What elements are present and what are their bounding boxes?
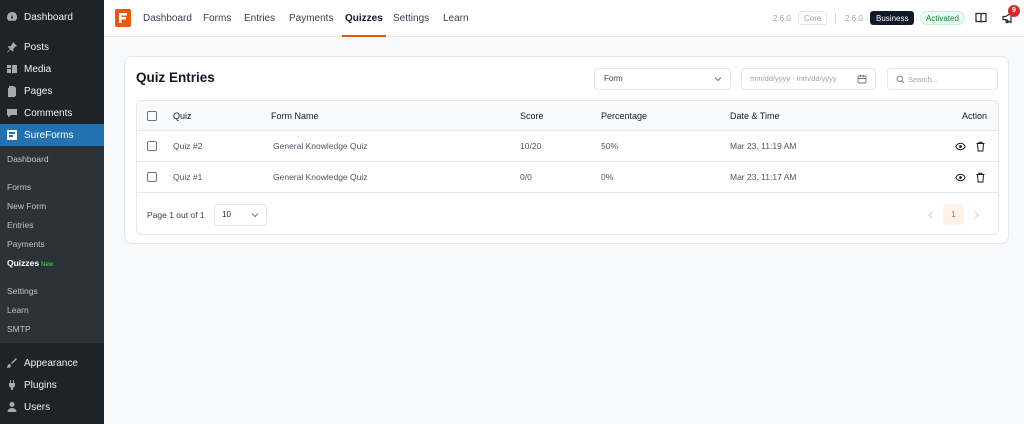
search-input[interactable] bbox=[908, 71, 994, 87]
per-page-select[interactable]: 10 bbox=[214, 204, 267, 226]
column-action: Action bbox=[962, 111, 988, 121]
nav-learn[interactable]: Learn bbox=[443, 0, 469, 37]
submenu-learn[interactable]: Learn bbox=[0, 301, 104, 320]
table-header: Quiz Form Name Score Percentage Date & T… bbox=[137, 101, 998, 131]
delete-trash-icon[interactable] bbox=[975, 141, 986, 152]
sidebar-item-appearance[interactable]: Appearance bbox=[0, 352, 104, 374]
notification-badge: 9 bbox=[1008, 5, 1020, 17]
table-row: Quiz #2 General Knowledge Quiz 10/20 50%… bbox=[137, 131, 998, 162]
submenu-settings[interactable]: Settings bbox=[0, 282, 104, 301]
nav-settings[interactable]: Settings bbox=[393, 0, 429, 37]
business-version: 2.6.0 bbox=[845, 14, 863, 23]
chevron-down-icon bbox=[251, 213, 259, 218]
nav-forms[interactable]: Forms bbox=[203, 0, 231, 37]
business-badge: Business bbox=[870, 11, 915, 25]
admin-sidebar: Dashboard Posts Media Pages Comments Sur… bbox=[0, 0, 104, 424]
date-range-placeholder: mm/dd/yyyy - mm/dd/yyyy bbox=[750, 74, 837, 83]
score: 10/20 bbox=[520, 141, 542, 151]
comment-icon bbox=[6, 107, 18, 119]
previous-page-icon[interactable] bbox=[925, 208, 937, 222]
date-time: Mar 23, 11:17 AM bbox=[730, 172, 797, 182]
plugins-icon bbox=[6, 379, 18, 391]
nav-entries[interactable]: Entries bbox=[244, 0, 275, 37]
version-divider bbox=[835, 13, 836, 24]
column-form-name: Form Name bbox=[271, 111, 319, 121]
top-navigation: Dashboard Forms Entries Payments Quizzes… bbox=[104, 0, 1024, 37]
per-page-value: 10 bbox=[222, 210, 231, 219]
submenu-forms[interactable]: Forms bbox=[0, 178, 104, 197]
sidebar-item-plugins[interactable]: Plugins bbox=[0, 374, 104, 396]
sidebar-item-comments[interactable]: Comments bbox=[0, 102, 104, 124]
column-score: Score bbox=[520, 111, 544, 121]
percentage: 50% bbox=[601, 141, 619, 151]
sidebar-item-media[interactable]: Media bbox=[0, 58, 104, 80]
book-icon[interactable] bbox=[974, 11, 988, 25]
submenu-quizzes-label: Quizzes bbox=[7, 258, 40, 268]
pages-icon bbox=[6, 85, 18, 97]
nav-quizzes[interactable]: Quizzes bbox=[342, 0, 386, 37]
new-badge: New bbox=[41, 262, 54, 268]
sidebar-item-dashboard[interactable]: Dashboard bbox=[0, 6, 104, 28]
column-percentage: Percentage bbox=[601, 111, 648, 121]
score: 0/0 bbox=[520, 172, 532, 182]
column-quiz: Quiz bbox=[173, 111, 192, 121]
form-filter-select[interactable]: Form bbox=[594, 68, 731, 90]
pagination-summary: Page 1 out of 1 bbox=[147, 210, 205, 220]
sidebar-item-sureforms[interactable]: SureForms bbox=[0, 124, 104, 146]
page-title: Quiz Entries bbox=[136, 70, 215, 85]
view-eye-icon[interactable] bbox=[955, 141, 966, 152]
select-all-checkbox[interactable] bbox=[147, 111, 157, 121]
activated-badge: Activated bbox=[920, 11, 965, 25]
quiz-name: Quiz #2 bbox=[173, 141, 203, 151]
next-page-icon[interactable] bbox=[970, 208, 982, 222]
search-box bbox=[887, 68, 998, 90]
delete-trash-icon[interactable] bbox=[975, 172, 986, 183]
row-checkbox[interactable] bbox=[147, 141, 157, 151]
form-name: General Knowledge Quiz bbox=[273, 172, 368, 182]
sureforms-logo-icon[interactable] bbox=[115, 9, 131, 27]
row-checkbox[interactable] bbox=[147, 172, 157, 182]
nav-dashboard[interactable]: Dashboard bbox=[143, 0, 192, 37]
sidebar-item-pages[interactable]: Pages bbox=[0, 80, 104, 102]
sidebar-item-users[interactable]: Users bbox=[0, 396, 104, 418]
sureforms-submenu: Dashboard Forms New Form Entries Payment… bbox=[0, 146, 104, 343]
sidebar-item-posts[interactable]: Posts bbox=[0, 36, 104, 58]
core-version: 2.6.0 bbox=[773, 14, 791, 23]
pin-icon bbox=[6, 41, 18, 53]
main-content: Quiz Entries Form mm/dd/yyyy - mm/dd/yyy… bbox=[104, 37, 1024, 424]
submenu-payments[interactable]: Payments bbox=[0, 235, 104, 254]
entries-table: Quiz Form Name Score Percentage Date & T… bbox=[136, 100, 999, 235]
nav-payments[interactable]: Payments bbox=[289, 0, 333, 37]
column-date-time: Date & Time bbox=[730, 111, 780, 121]
submenu-quizzes[interactable]: Quizzes New bbox=[0, 254, 104, 273]
table-row: Quiz #1 General Knowledge Quiz 0/0 0% Ma… bbox=[137, 162, 998, 193]
quiz-entries-card: Quiz Entries Form mm/dd/yyyy - mm/dd/yyy… bbox=[124, 56, 1009, 244]
search-icon bbox=[896, 75, 905, 84]
calendar-icon bbox=[857, 75, 867, 84]
users-icon bbox=[6, 401, 18, 413]
submenu-new-form[interactable]: New Form bbox=[0, 197, 104, 216]
core-badge: Core bbox=[798, 11, 828, 25]
form-filter-value: Form bbox=[604, 74, 623, 83]
form-name: General Knowledge Quiz bbox=[273, 141, 368, 151]
chevron-down-icon bbox=[714, 77, 722, 82]
sureforms-icon bbox=[6, 129, 18, 141]
date-time: Mar 23, 11:19 AM bbox=[730, 141, 797, 151]
appearance-icon bbox=[6, 357, 18, 369]
percentage: 0% bbox=[601, 172, 614, 182]
submenu-dashboard[interactable]: Dashboard bbox=[0, 150, 104, 169]
page-number-button[interactable]: 1 bbox=[943, 204, 964, 225]
quiz-name: Quiz #1 bbox=[173, 172, 203, 182]
view-eye-icon[interactable] bbox=[955, 172, 966, 183]
media-icon bbox=[6, 63, 18, 75]
date-range-picker[interactable]: mm/dd/yyyy - mm/dd/yyyy bbox=[741, 68, 876, 90]
submenu-smtp[interactable]: SMTP bbox=[0, 320, 104, 339]
dashboard-icon bbox=[6, 11, 18, 23]
submenu-entries[interactable]: Entries bbox=[0, 216, 104, 235]
